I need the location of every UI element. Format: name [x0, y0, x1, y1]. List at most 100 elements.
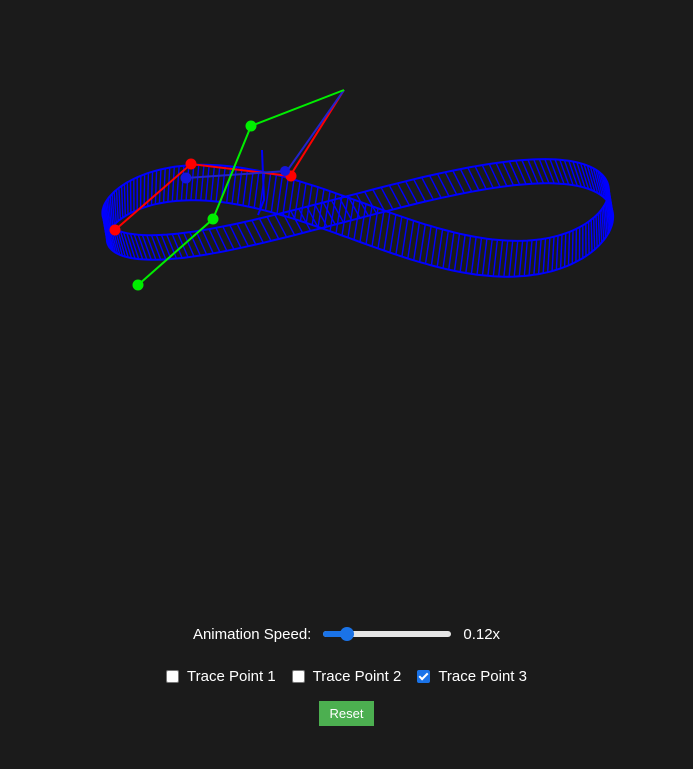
trace-segment	[498, 240, 504, 277]
trace-segment	[270, 174, 278, 213]
trace-segment	[599, 211, 603, 243]
trace-segment	[401, 218, 409, 257]
speed-control: Animation Speed: 0.12x	[0, 618, 693, 650]
trace-segment	[551, 236, 555, 272]
blue-joint	[280, 166, 290, 176]
trace-point-3-checkbox[interactable]	[417, 669, 431, 683]
pendulum-red-arm	[114, 89, 345, 231]
trace-segment	[247, 169, 254, 207]
trace-point-3-option[interactable]: Trace Point 3	[417, 668, 527, 685]
trace-point-3-label: Trace Point 3	[438, 667, 527, 685]
speed-slider[interactable]	[323, 626, 452, 642]
red-joint	[185, 158, 197, 170]
trace-segment	[528, 240, 533, 276]
trace-point-1-checkbox[interactable]	[166, 669, 180, 683]
trace-segment	[377, 210, 385, 249]
trace-segment	[176, 166, 180, 201]
trace-segment	[448, 232, 455, 270]
trace-outline	[105, 182, 615, 278]
trace-segment	[555, 235, 559, 270]
trace-segment	[115, 189, 119, 222]
trace-segment	[171, 166, 175, 202]
trace-segment	[293, 181, 301, 220]
speed-label: Animation Speed:	[192, 625, 312, 643]
trace-segment	[137, 234, 148, 260]
trace-segment	[150, 171, 154, 206]
trace-segment	[424, 225, 432, 264]
trace-segment	[395, 216, 403, 255]
trace-segment	[143, 174, 146, 208]
trace-segment	[195, 164, 200, 201]
trace-segment	[158, 169, 162, 204]
trace-segment	[544, 158, 555, 184]
trace-segment	[593, 217, 596, 250]
trace-segment	[533, 239, 538, 275]
trace-segment	[299, 183, 307, 222]
trace-segment	[523, 240, 528, 277]
trace-segment	[503, 240, 509, 277]
trace-point-1-label: Trace Point 1	[187, 667, 276, 685]
trace-segment	[430, 227, 438, 266]
trace-segment	[380, 187, 394, 210]
trace-segment	[453, 233, 461, 271]
trace-segment	[554, 159, 565, 185]
trace-segment	[470, 236, 477, 274]
trace-segment	[305, 185, 313, 224]
trace-segment	[538, 158, 550, 184]
trace-segment	[150, 234, 162, 260]
trace-segment	[413, 222, 421, 261]
trace-segment	[563, 233, 567, 268]
trace-segment	[549, 158, 560, 184]
trace-segment	[210, 165, 216, 202]
trace-segment	[547, 237, 551, 273]
trace-segment	[575, 228, 578, 262]
trace-segment	[597, 213, 601, 245]
trace-segment	[347, 199, 355, 238]
trace-segment	[527, 159, 539, 184]
control-panel: Animation Speed: 0.12x Trace Point 1 Tra…	[0, 618, 693, 726]
trace-segment	[190, 164, 195, 201]
red-joint	[109, 224, 121, 236]
trace-segment	[442, 230, 449, 269]
trace-segment	[559, 159, 570, 185]
trace-tail	[257, 149, 266, 216]
trace-segment	[141, 234, 152, 261]
trace-segment	[317, 188, 325, 228]
trace-segment	[492, 239, 499, 277]
trace-segment	[436, 229, 444, 267]
trace-segment	[253, 170, 260, 208]
trace-segment	[123, 184, 126, 217]
trace-point-2-option[interactable]: Trace Point 2	[291, 667, 402, 685]
reset-button[interactable]: Reset	[319, 701, 374, 726]
trace-segment	[481, 238, 488, 276]
trace-point-2-label: Trace Point 2	[312, 667, 402, 685]
green-joint	[245, 120, 257, 132]
trace-point-1-option[interactable]: Trace Point 1	[166, 668, 276, 685]
trace-segment	[571, 230, 574, 264]
trace-segment	[276, 176, 283, 214]
trace-segment	[146, 234, 157, 260]
trace-segment	[363, 191, 378, 215]
animation-canvas	[101, 89, 615, 291]
green-joint	[207, 213, 219, 225]
trace-segment	[537, 239, 542, 275]
trace-options: Trace Point 1 Trace Point 2 Trace Point …	[0, 660, 693, 692]
trace-segment	[563, 159, 574, 186]
trace-segment	[587, 221, 590, 254]
trace-segment	[487, 239, 493, 276]
trace-segment	[533, 159, 545, 184]
trace-segment	[508, 240, 514, 277]
trace-segment	[559, 234, 563, 269]
trace-point-2-checkbox[interactable]	[291, 669, 305, 683]
trace-segment	[476, 237, 483, 275]
trace-segment	[388, 184, 402, 208]
trace-segment	[459, 234, 466, 273]
trace-segment	[465, 235, 472, 274]
slider-thumb[interactable]	[340, 627, 355, 641]
trace-segment	[215, 165, 221, 202]
trace-segment	[383, 212, 391, 251]
trace-segment	[205, 164, 210, 201]
trace-segment	[323, 191, 331, 230]
trace-segment	[542, 238, 547, 274]
trace-point-3-path	[101, 149, 615, 278]
